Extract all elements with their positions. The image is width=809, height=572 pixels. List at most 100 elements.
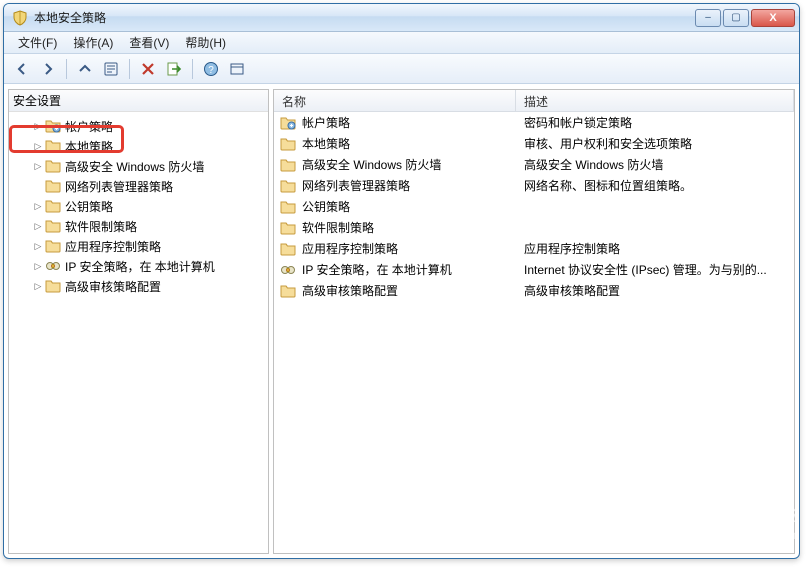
folder-icon <box>280 178 296 194</box>
expand-icon[interactable]: ▷ <box>31 279 45 293</box>
tree-item-label: 本地策略 <box>65 138 113 155</box>
folder-badge-icon <box>45 118 61 134</box>
list-row[interactable]: 高级安全 Windows 防火墙高级安全 Windows 防火墙 <box>274 154 794 175</box>
folder-icon <box>45 218 61 234</box>
tree-item-label: IP 安全策略，在 本地计算机 <box>65 258 215 275</box>
folder-icon <box>45 238 61 254</box>
list-row-name: 软件限制策略 <box>302 219 524 236</box>
folder-icon <box>45 278 61 294</box>
tree-item-label: 帐户策略 <box>65 118 113 135</box>
tree-item[interactable]: ▷ 应用程序控制策略 <box>11 236 266 256</box>
app-icon <box>12 10 28 26</box>
back-button[interactable] <box>10 57 34 81</box>
tree-item[interactable]: ▷ 软件限制策略 <box>11 216 266 236</box>
forward-button[interactable] <box>36 57 60 81</box>
tree-item[interactable]: ▷ 高级审核策略配置 <box>11 276 266 296</box>
col-name[interactable]: 名称 <box>274 90 516 111</box>
toolbar-separator <box>129 59 130 79</box>
list-row-name: IP 安全策略，在 本地计算机 <box>302 261 524 278</box>
expand-icon[interactable]: ▷ <box>31 239 45 253</box>
list-row[interactable]: 高级审核策略配置高级审核策略配置 <box>274 280 794 301</box>
tree-item[interactable]: ▷网络列表管理器策略 <box>11 176 266 196</box>
tree-item-label: 软件限制策略 <box>65 218 137 235</box>
expand-icon[interactable]: ▷ <box>31 119 45 133</box>
folder-icon <box>45 138 61 154</box>
tree-item-label: 网络列表管理器策略 <box>65 178 173 195</box>
tree-item-label: 公钥策略 <box>65 198 113 215</box>
up-button[interactable] <box>73 57 97 81</box>
list-row[interactable]: 公钥策略 <box>274 196 794 217</box>
folder-icon <box>280 220 296 236</box>
list-row[interactable]: 网络列表管理器策略网络名称、图标和位置组策略。 <box>274 175 794 196</box>
tree-item-label: 应用程序控制策略 <box>65 238 161 255</box>
tree-item[interactable]: ▷ 本地策略 <box>11 136 266 156</box>
ipsec-icon <box>45 258 61 274</box>
folder-icon <box>280 241 296 257</box>
tree-item[interactable]: ▷ 高级安全 Windows 防火墙 <box>11 156 266 176</box>
expand-icon[interactable]: ▷ <box>31 219 45 233</box>
toolbar-separator <box>192 59 193 79</box>
menu-view[interactable]: 查看(V) <box>121 32 177 53</box>
list-row-name: 高级安全 Windows 防火墙 <box>302 156 524 173</box>
export-button[interactable] <box>162 57 186 81</box>
list-row-desc: 密码和帐户锁定策略 <box>524 114 794 131</box>
help-button[interactable] <box>199 57 223 81</box>
list-row[interactable]: 帐户策略密码和帐户锁定策略 <box>274 112 794 133</box>
list-row-desc: 网络名称、图标和位置组策略。 <box>524 177 794 194</box>
list-header: 名称 描述 <box>274 90 794 112</box>
tree-root-label: 安全设置 <box>13 92 61 109</box>
tree-item[interactable]: ▷ IP 安全策略，在 本地计算机 <box>11 256 266 276</box>
minimize-button[interactable]: – <box>695 9 721 27</box>
list-row-desc: Internet 协议安全性 (IPsec) 管理。为与别的... <box>524 261 794 278</box>
menubar: 文件(F) 操作(A) 查看(V) 帮助(H) <box>4 32 799 54</box>
delete-button[interactable] <box>136 57 160 81</box>
menu-file[interactable]: 文件(F) <box>10 32 65 53</box>
close-button[interactable]: X <box>751 9 795 27</box>
toolbar-separator <box>66 59 67 79</box>
expand-icon[interactable]: ▷ <box>31 259 45 273</box>
folder-icon <box>280 157 296 173</box>
app-window: 本地安全策略 – ▢ X 文件(F) 操作(A) 查看(V) 帮助(H) 安全设… <box>3 3 800 559</box>
folder-icon <box>45 158 61 174</box>
list-row-name: 本地策略 <box>302 135 524 152</box>
folder-icon <box>45 198 61 214</box>
list-row[interactable]: 软件限制策略 <box>274 217 794 238</box>
list-row-desc: 审核、用户权利和安全选项策略 <box>524 135 794 152</box>
folder-icon <box>280 136 296 152</box>
list-row-name: 高级审核策略配置 <box>302 282 524 299</box>
folder-badge-icon <box>280 115 296 131</box>
menu-help[interactable]: 帮助(H) <box>177 32 234 53</box>
list-row[interactable]: 本地策略审核、用户权利和安全选项策略 <box>274 133 794 154</box>
list-row[interactable]: 应用程序控制策略应用程序控制策略 <box>274 238 794 259</box>
list-row-name: 帐户策略 <box>302 114 524 131</box>
list-row-desc: 高级安全 Windows 防火墙 <box>524 156 794 173</box>
list-row[interactable]: IP 安全策略，在 本地计算机Internet 协议安全性 (IPsec) 管理… <box>274 259 794 280</box>
properties-button[interactable] <box>99 57 123 81</box>
tree-body: ▷帐户策略▷本地策略▷高级安全 Windows 防火墙▷网络列表管理器策略▷公钥… <box>9 112 268 300</box>
maximize-button[interactable]: ▢ <box>723 9 749 27</box>
col-desc[interactable]: 描述 <box>516 90 794 111</box>
window-title: 本地安全策略 <box>34 9 695 26</box>
titlebar[interactable]: 本地安全策略 – ▢ X <box>4 4 799 32</box>
list-row-desc: 高级审核策略配置 <box>524 282 794 299</box>
folder-icon <box>280 283 296 299</box>
main-area: 安全设置 ▷帐户策略▷本地策略▷高级安全 Windows 防火墙▷网络列表管理器… <box>4 84 799 558</box>
tree-item[interactable]: ▷ 公钥策略 <box>11 196 266 216</box>
menu-action[interactable]: 操作(A) <box>65 32 121 53</box>
tree-panel: 安全设置 ▷帐户策略▷本地策略▷高级安全 Windows 防火墙▷网络列表管理器… <box>8 89 269 554</box>
window-toggle-button[interactable] <box>225 57 249 81</box>
tree-item[interactable]: ▷ 帐户策略 <box>11 116 266 136</box>
expand-icon[interactable]: ▷ <box>31 159 45 173</box>
list-body: 帐户策略密码和帐户锁定策略本地策略审核、用户权利和安全选项策略高级安全 Wind… <box>274 112 794 553</box>
list-row-desc: 应用程序控制策略 <box>524 240 794 257</box>
tree-item-label: 高级安全 Windows 防火墙 <box>65 158 204 175</box>
list-row-name: 公钥策略 <box>302 198 524 215</box>
ipsec-icon <box>280 262 296 278</box>
toolbar <box>4 54 799 84</box>
folder-icon <box>280 199 296 215</box>
expand-icon[interactable]: ▷ <box>31 199 45 213</box>
tree-item-label: 高级审核策略配置 <box>65 278 161 295</box>
list-row-name: 网络列表管理器策略 <box>302 177 524 194</box>
expand-icon[interactable]: ▷ <box>31 139 45 153</box>
tree-root[interactable]: 安全设置 <box>9 90 268 112</box>
